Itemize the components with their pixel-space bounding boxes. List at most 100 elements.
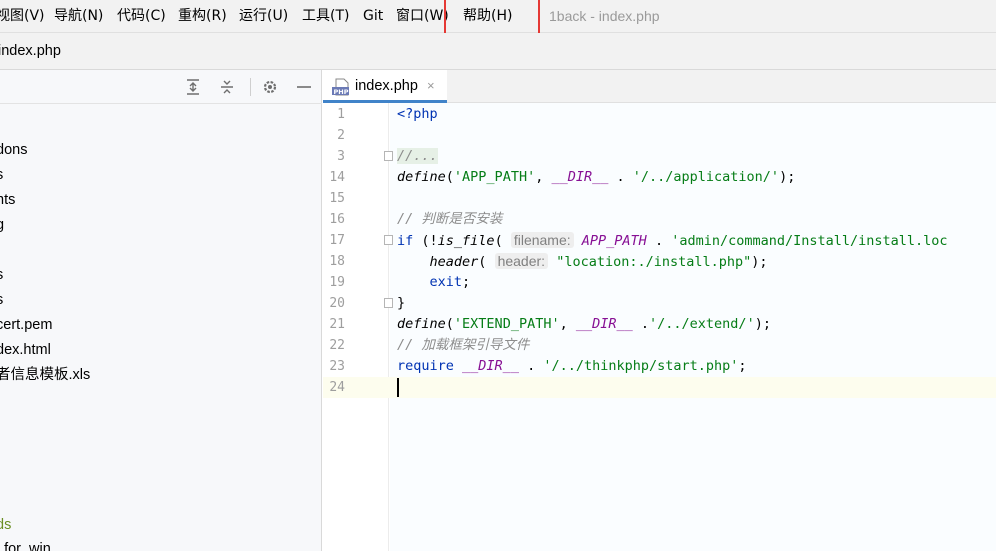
code-line[interactable]: 21 define('EXTEND_PATH', __DIR__ .'/../ex… <box>323 314 996 335</box>
expand-all-icon[interactable] <box>183 77 203 97</box>
code-token: <?php <box>397 106 438 122</box>
tree-item[interactable]: nts <box>0 188 15 213</box>
code-token: header <box>429 254 479 270</box>
code-token: // 判断是否安装 <box>397 211 503 227</box>
menu-window[interactable]: 窗口(W) <box>396 0 449 33</box>
code-text: //... <box>397 146 438 167</box>
line-number: 14 <box>329 170 345 185</box>
code-line[interactable]: 14 define('APP_PATH', __DIR__ . '/../appl… <box>323 167 996 188</box>
toolbar-divider <box>250 78 251 96</box>
tree-item[interactable]: _for_win <box>0 537 51 551</box>
line-number: 22 <box>329 338 345 353</box>
code-token: require <box>397 358 454 374</box>
breadcrumb-file[interactable]: index.php <box>0 33 61 69</box>
collapse-all-icon[interactable] <box>217 77 237 97</box>
code-text: define('EXTEND_PATH', __DIR__ .'/../exte… <box>397 314 771 335</box>
gear-icon[interactable] <box>260 77 280 97</box>
fold-marker-icon[interactable] <box>384 235 393 245</box>
code-line[interactable]: 2 <box>323 125 996 146</box>
code-token: //... <box>397 148 438 164</box>
editor-panel: PHP index.php × 1 <?php 2 3//... 14 define('A… <box>323 70 996 551</box>
parameter-hint: header: <box>494 253 549 269</box>
line-number: 3 <box>337 149 345 164</box>
menu-tools[interactable]: 工具(T) <box>302 0 349 33</box>
menu-run[interactable]: 运行(U) <box>239 0 288 33</box>
navigation-bar: index.php <box>0 33 996 70</box>
line-number: 15 <box>329 191 345 206</box>
code-token: ); <box>751 254 768 270</box>
tree-item[interactable]: s <box>0 288 3 313</box>
code-token: if <box>397 233 414 249</box>
code-token: ; <box>462 274 471 290</box>
code-line[interactable]: 18 header( header: "location:./install.p… <box>323 251 996 272</box>
code-token: . <box>608 169 633 185</box>
tree-item[interactable]: cert.pem <box>0 313 52 338</box>
minimize-icon[interactable] <box>294 77 314 97</box>
code-line[interactable]: 3 //... <box>323 146 996 167</box>
code-line[interactable]: 17 if (!is_file( filename: APP_PATH . 'ad… <box>323 230 996 251</box>
code-text: define('APP_PATH', __DIR__ . '/../applic… <box>397 167 795 188</box>
line-number: 20 <box>329 296 345 311</box>
close-icon[interactable]: × <box>427 70 435 100</box>
line-number: 24 <box>329 380 345 395</box>
code-text: require __DIR__ . '/../thinkphp/start.ph… <box>397 356 747 377</box>
code-line[interactable]: 22 // 加载框架引导文件 <box>323 335 996 356</box>
line-number: 1 <box>337 107 345 122</box>
text-caret <box>397 378 399 397</box>
code-line[interactable]: 19 exit; <box>323 272 996 293</box>
tab-index-php[interactable]: PHP index.php × <box>323 70 447 103</box>
current-line-highlight <box>323 377 996 398</box>
code-text: header( header: "location:./install.php"… <box>397 251 768 272</box>
code-token: ; <box>738 358 747 374</box>
parameter-hint: filename: <box>510 232 574 248</box>
tree-item[interactable]: dons <box>0 138 27 163</box>
line-number: 16 <box>329 212 345 227</box>
code-token: ); <box>779 169 796 185</box>
code-text: } <box>397 293 405 314</box>
code-token: . <box>518 358 544 374</box>
code-token: ( <box>445 169 454 185</box>
tree-item[interactable]: s <box>0 263 3 288</box>
project-toolbar <box>0 70 322 104</box>
code-token: '/../extend/' <box>649 316 755 332</box>
code-line[interactable]: 16 // 判断是否安装 <box>323 209 996 230</box>
menu-git[interactable]: Git <box>363 0 383 33</box>
fold-marker-icon[interactable] <box>384 298 393 308</box>
menu-view[interactable]: 视图(V) <box>0 0 45 33</box>
code-token: '/../thinkphp/start.php' <box>543 358 739 374</box>
code-line[interactable]: 23 require __DIR__ . '/../thinkphp/start.… <box>323 356 996 377</box>
tree-item[interactable]: ds <box>0 513 11 538</box>
code-line[interactable]: 1 <?php <box>323 104 996 125</box>
code-token: // 加载框架引导文件 <box>397 337 530 353</box>
tree-item[interactable]: g <box>0 213 4 238</box>
window-title: 1back - index.php <box>549 8 660 24</box>
code-token: 'EXTEND_PATH' <box>453 316 560 332</box>
code-text: if (!is_file( filename: APP_PATH . 'admi… <box>397 230 948 251</box>
line-number: 2 <box>337 128 345 143</box>
project-panel: dons s nts g s s cert.pem dex.html 者信息模板… <box>0 70 322 551</box>
fold-marker-icon[interactable] <box>384 151 393 161</box>
code-token: is_file <box>437 233 495 249</box>
code-token: ( <box>445 316 454 332</box>
code-line[interactable]: 20} <box>323 293 996 314</box>
code-token: , <box>559 316 576 332</box>
code-token: 'APP_PATH' <box>453 169 536 185</box>
tree-item[interactable]: dex.html <box>0 338 51 363</box>
tree-item[interactable]: 者信息模板.xls <box>0 363 90 388</box>
menu-code[interactable]: 代码(C) <box>117 0 166 33</box>
code-token: ( <box>478 254 495 270</box>
tree-item[interactable]: s <box>0 163 3 188</box>
code-token: "location:./install.php" <box>556 254 752 270</box>
menu-navigate[interactable]: 导航(N) <box>54 0 103 33</box>
code-line[interactable]: 24 <box>323 377 996 398</box>
code-token: ); <box>754 316 771 332</box>
menu-refactor[interactable]: 重构(R) <box>178 0 227 33</box>
code-token: (! <box>413 233 438 249</box>
line-number: 23 <box>329 359 345 374</box>
code-token: , <box>535 169 552 185</box>
code-line[interactable]: 15 <box>323 188 996 209</box>
code-text: <?php <box>397 104 438 125</box>
code-token: ( <box>494 233 511 249</box>
